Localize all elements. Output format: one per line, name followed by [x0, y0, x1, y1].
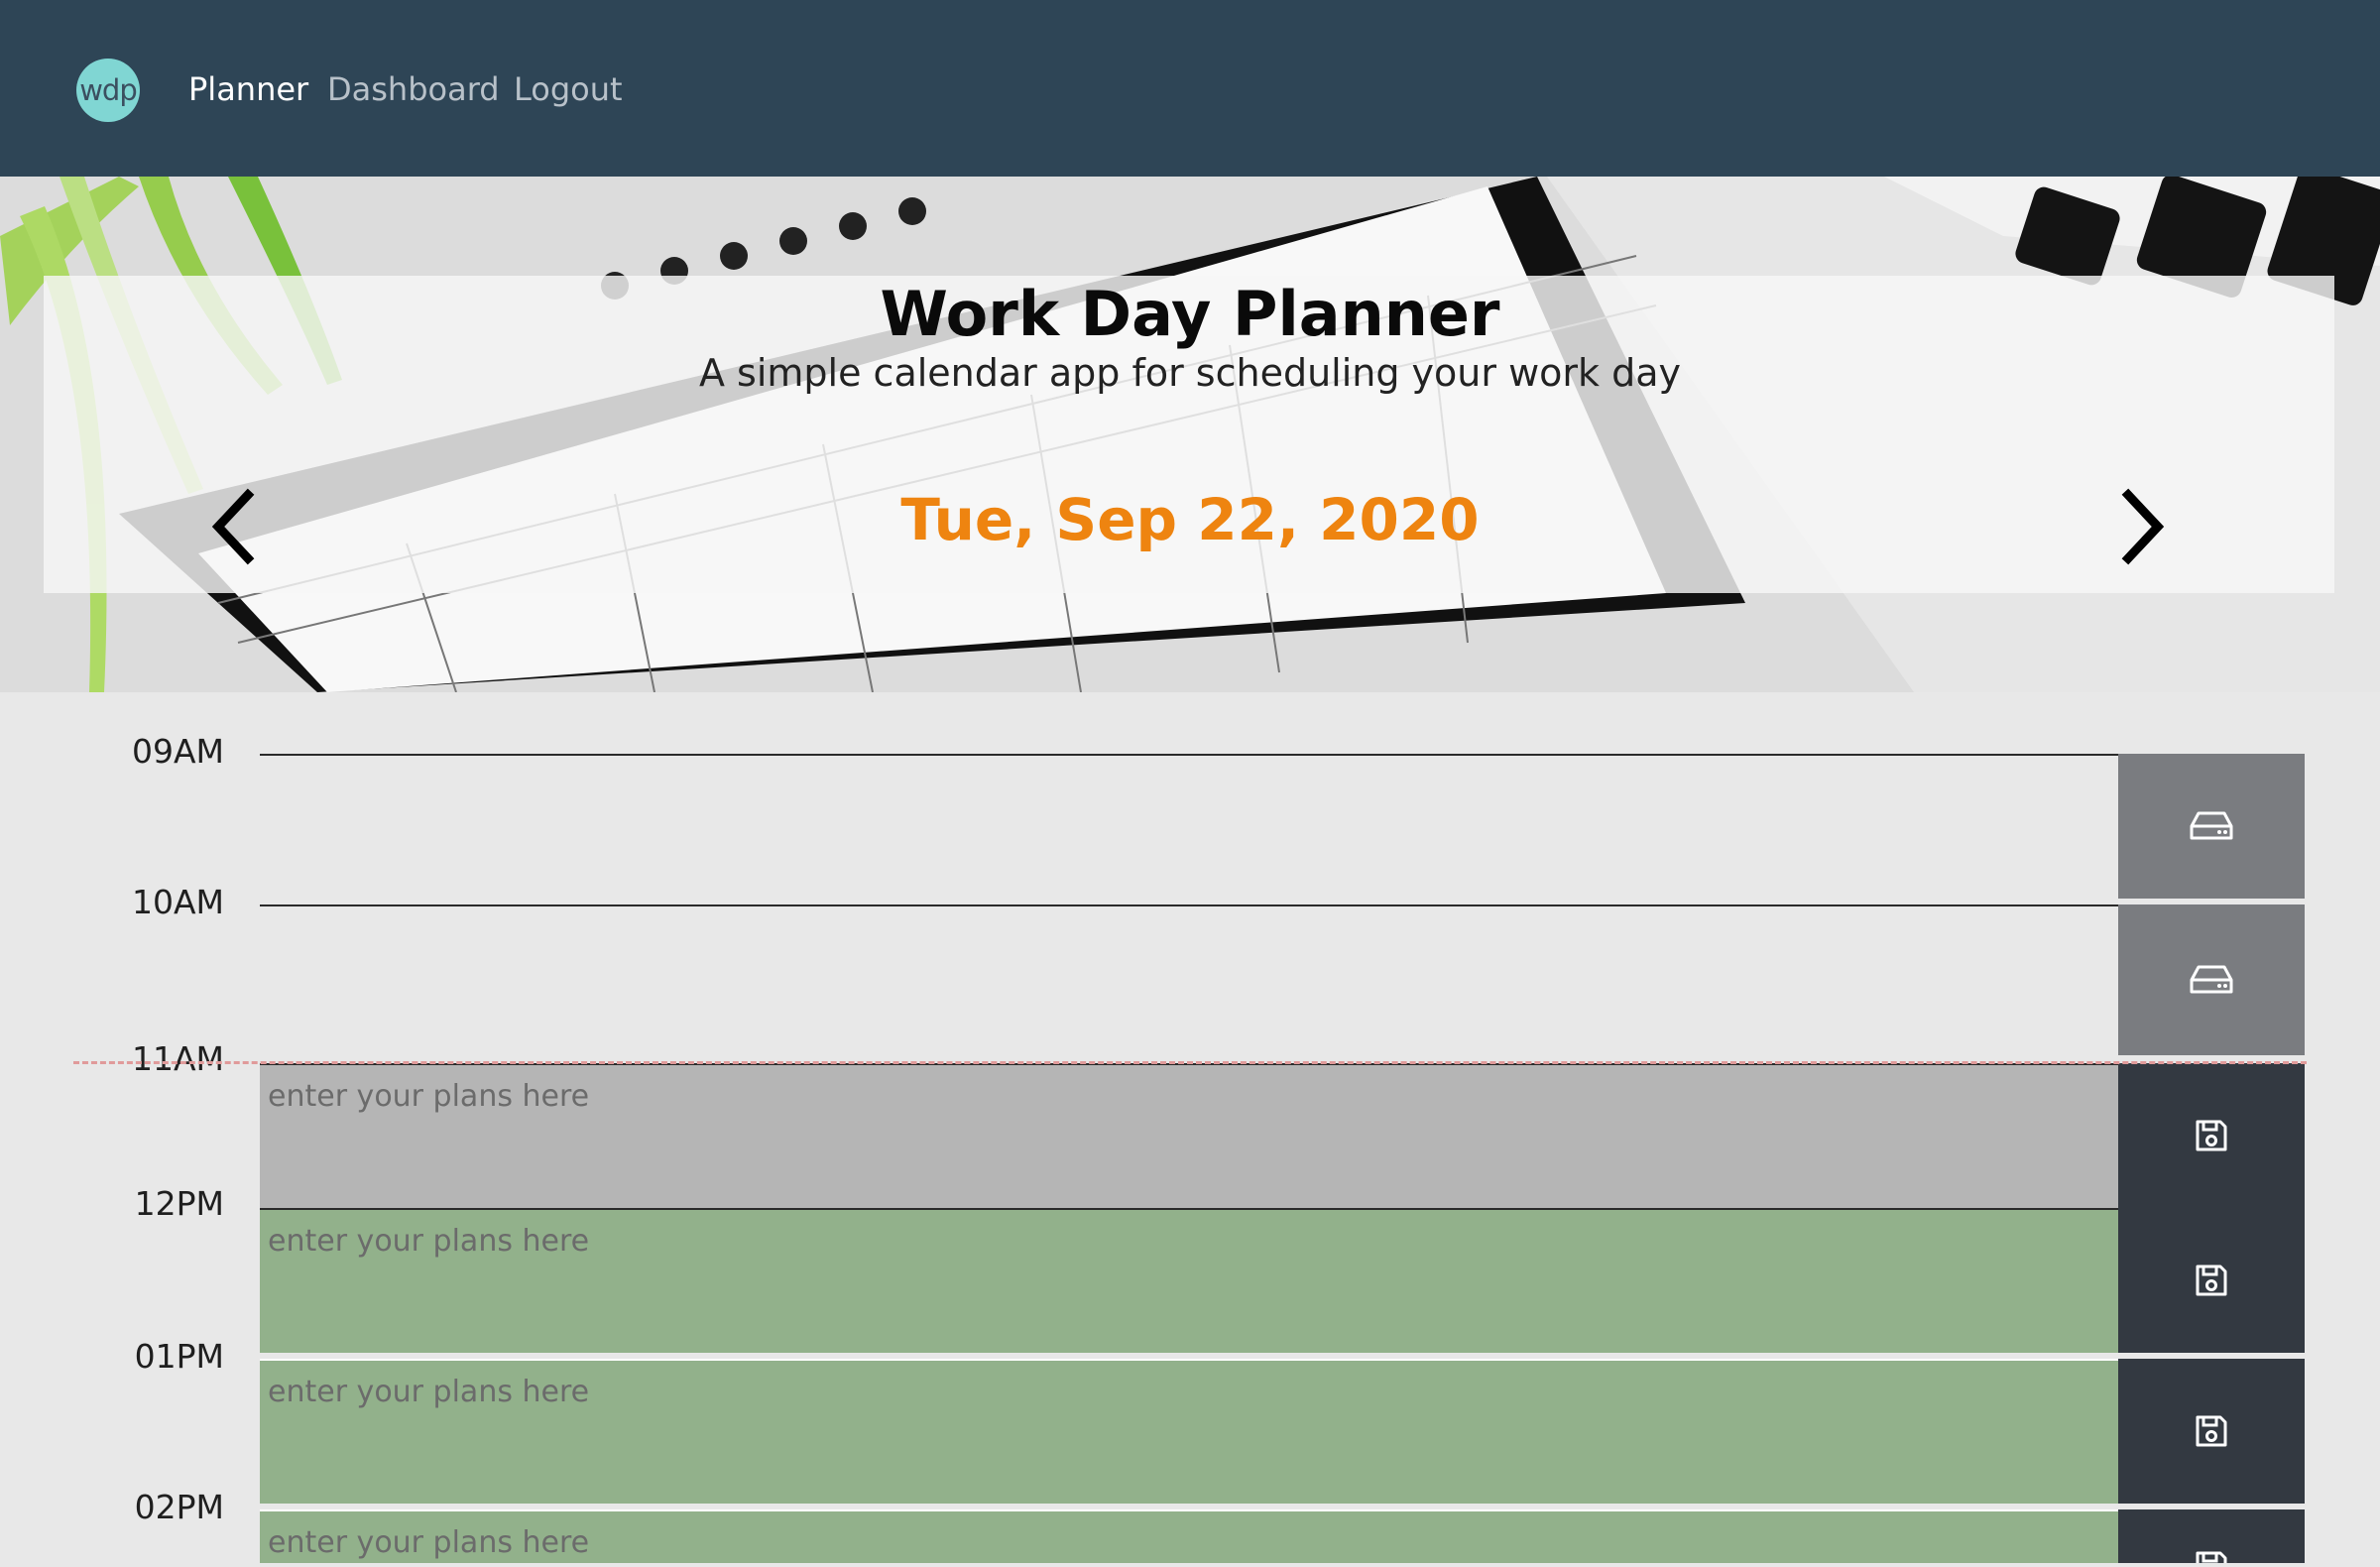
- time-block-10am: 10AM: [0, 883, 2380, 1055]
- plan-input: [260, 904, 2118, 1039]
- time-block-1pm: 01PM: [0, 1337, 2380, 1504]
- navbar: wdp Planner Dashboard Logout: [0, 0, 2380, 177]
- hero-banner: Work Day Planner A simple calendar app f…: [0, 177, 2380, 692]
- nav-link-logout[interactable]: Logout: [514, 69, 623, 109]
- plan-input: [260, 1359, 2118, 1504]
- save-button[interactable]: [2118, 1509, 2305, 1563]
- current-time-indicator: [73, 1061, 2307, 1064]
- time-block-12pm: 12PM: [0, 1184, 2380, 1353]
- hard-drive-icon: [2190, 811, 2233, 840]
- time-block-9am: 09AM: [0, 732, 2380, 899]
- floppy-disk-icon: [2196, 1415, 2227, 1447]
- plan-input: [260, 1509, 2118, 1563]
- plan-textarea[interactable]: [260, 1361, 2118, 1504]
- hour-label: 10AM: [131, 883, 224, 921]
- hour-label: 01PM: [134, 1337, 224, 1376]
- floppy-disk-icon: [2196, 1551, 2227, 1563]
- hour-label: 11AM: [131, 1039, 224, 1078]
- page-title: Work Day Planner: [880, 278, 1500, 350]
- plan-textarea[interactable]: [260, 1511, 2118, 1563]
- hour-label: 12PM: [134, 1184, 224, 1223]
- plan-input: [260, 1208, 2118, 1353]
- floppy-disk-icon: [2196, 1265, 2227, 1296]
- hour-label: 09AM: [131, 732, 224, 771]
- next-day-button[interactable]: [2108, 482, 2178, 571]
- plan-input: [260, 754, 2118, 879]
- schedule: 09AM 10AM 11AM enter your plans here 12P…: [0, 692, 2380, 1563]
- page-subtitle: A simple calendar app for scheduling you…: [698, 351, 1682, 395]
- current-date: Tue, Sep 22, 2020: [900, 486, 1480, 553]
- save-button[interactable]: [2118, 1208, 2305, 1353]
- save-button[interactable]: [2118, 754, 2305, 899]
- chevron-right-icon: [2121, 488, 2165, 565]
- logo[interactable]: wdp: [76, 59, 140, 122]
- time-block-2pm: 02PM: [0, 1488, 2380, 1563]
- hour-label: 02PM: [134, 1488, 224, 1526]
- nav-link-planner[interactable]: Planner: [188, 69, 308, 109]
- save-button[interactable]: [2118, 904, 2305, 1055]
- save-button[interactable]: [2118, 1359, 2305, 1504]
- nav-link-dashboard[interactable]: Dashboard: [327, 69, 500, 109]
- floppy-disk-icon: [2196, 1120, 2227, 1151]
- hard-drive-icon: [2190, 965, 2233, 994]
- plan-textarea[interactable]: [260, 1210, 2118, 1353]
